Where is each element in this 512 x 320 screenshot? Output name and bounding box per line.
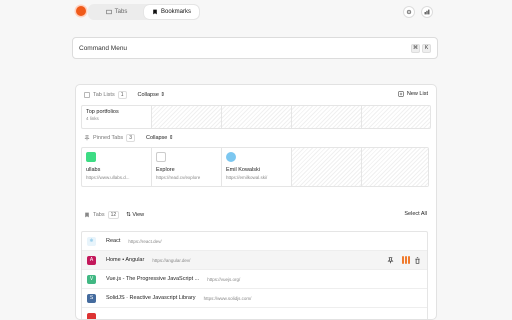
empty-slot xyxy=(152,106,222,128)
new-list-button[interactable]: New List xyxy=(398,91,428,97)
readcv-favicon xyxy=(156,152,166,162)
settings-button[interactable] xyxy=(403,6,415,18)
bookmarks-panel: Tab Lists 1 Collapse ⇕ New List Top port… xyxy=(75,84,437,320)
empty-slot xyxy=(362,148,428,186)
trash-icon[interactable] xyxy=(414,256,421,264)
tab-lists-collapse-label: Collapse xyxy=(137,92,159,98)
empty-slot xyxy=(222,106,292,128)
pinned-tabs-grid: ullabs https://www.ullabs.d... Explore h… xyxy=(81,147,429,187)
select-all-button[interactable]: Select All xyxy=(404,211,427,217)
angular-favicon: A xyxy=(87,255,96,265)
pinned-tab-url: https://emilkowal.ski/ xyxy=(226,175,268,180)
vue-favicon: V xyxy=(87,274,96,284)
tab-bookmarks[interactable]: Bookmarks xyxy=(144,5,199,19)
command-menu[interactable]: Command Menu ⌘ K xyxy=(72,37,438,59)
pin-icon[interactable] xyxy=(387,256,394,264)
tab-url: https://react.dev/ xyxy=(128,238,162,244)
pinned-tab-url: https://read.cv/explore xyxy=(156,175,201,180)
view-label: View xyxy=(132,212,145,218)
pinned-tab-card[interactable]: Emil Kowalski https://emilkowal.ski/ xyxy=(222,148,292,186)
tabs-header: Tabs 12 ⇅ View xyxy=(84,211,144,219)
tab-title: Home • Angular xyxy=(106,257,145,263)
tab-list-title: Top portfolios xyxy=(86,109,119,115)
pinned-tabs-heading: Pinned Tabs xyxy=(93,135,124,141)
react-favicon: ⚛ xyxy=(87,236,96,246)
list-icon xyxy=(84,92,90,98)
pin-icon xyxy=(84,135,90,141)
tab-row[interactable]: V Vue.js - The Progressive JavaScript ..… xyxy=(82,270,427,289)
tab-row[interactable] xyxy=(82,308,427,319)
select-all-label: Select All xyxy=(404,211,427,217)
pinned-collapse-button[interactable]: Collapse ⇕ xyxy=(146,135,174,141)
tabs-count: 12 xyxy=(107,211,120,219)
top-bar: Tabs Bookmarks xyxy=(0,0,512,26)
plus-icon xyxy=(398,91,404,97)
ullabs-favicon xyxy=(86,152,96,162)
bar-chart-icon xyxy=(424,9,430,15)
tab-group-indicator[interactable] xyxy=(402,256,410,264)
window-icon xyxy=(105,9,112,15)
command-menu-label: Command Menu xyxy=(79,44,128,52)
tab-lists-heading: Tab Lists xyxy=(93,92,115,98)
gear-icon xyxy=(406,9,412,15)
tab-lists-grid: Top portfolios 4 links xyxy=(81,105,431,129)
app-logo xyxy=(76,6,86,16)
tab-tabs[interactable]: Tabs xyxy=(89,5,144,19)
tab-list-subtitle: 4 links xyxy=(86,116,99,121)
pinned-tab-card[interactable]: ullabs https://www.ullabs.d... xyxy=(82,148,152,186)
tab-title: SolidJS · Reactive Javascript Library xyxy=(106,295,196,301)
row-actions xyxy=(387,256,421,264)
bookmark-icon xyxy=(85,212,89,218)
pinned-collapse-label: Collapse xyxy=(145,135,168,141)
pinned-tab-title: Emil Kowalski xyxy=(226,167,260,173)
new-list-label: New List xyxy=(406,91,428,97)
pinned-tab-card[interactable]: Explore https://read.cv/explore xyxy=(152,148,222,186)
tabs-list: ⚛ React https://react.dev/ A Home • Angu… xyxy=(81,231,428,319)
tab-title: Vue.js - The Progressive JavaScript ... xyxy=(106,276,200,282)
solid-favicon: S xyxy=(87,293,96,303)
view-button[interactable]: ⇅ View xyxy=(126,212,144,218)
tab-lists-collapse-button[interactable]: Collapse ⇕ xyxy=(138,92,166,98)
tab-lists-count: 1 xyxy=(117,91,127,99)
tab-row[interactable]: S SolidJS · Reactive Javascript Library … xyxy=(82,289,427,308)
pinned-tab-title: Explore xyxy=(156,167,175,173)
tab-title: React xyxy=(106,238,121,244)
tab-url: https://vuejs.org/ xyxy=(207,276,241,282)
tabs-heading: Tabs xyxy=(93,212,105,218)
view-switcher: Tabs Bookmarks xyxy=(88,4,200,20)
shortcut-key-k: K xyxy=(422,43,431,53)
pinned-tab-url: https://www.ullabs.d... xyxy=(86,175,130,180)
tab-url: https://angular.dev/ xyxy=(152,257,191,263)
pinned-tabs-count: 3 xyxy=(126,134,135,142)
empty-slot xyxy=(292,106,362,128)
pinned-tabs-header: Pinned Tabs 3 Collapse ⇕ xyxy=(84,134,174,142)
tab-url: https://www.solidjs.com/ xyxy=(203,295,252,301)
emil-favicon xyxy=(226,152,236,162)
stats-button[interactable] xyxy=(421,6,433,18)
tab-tabs-label: Tabs xyxy=(114,9,128,15)
tab-lists-header: Tab Lists 1 Collapse ⇕ xyxy=(84,91,165,99)
tab-bookmarks-label: Bookmarks xyxy=(160,9,191,15)
shortcut-key-cmd: ⌘ xyxy=(411,43,420,53)
bookmark-icon xyxy=(153,9,157,15)
tab-row[interactable]: A Home • Angular https://angular.dev/ xyxy=(82,251,427,270)
empty-slot xyxy=(292,148,362,186)
tab-favicon xyxy=(87,312,96,319)
pinned-tab-title: ullabs xyxy=(86,167,101,173)
tab-row[interactable]: ⚛ React https://react.dev/ xyxy=(82,232,427,251)
tab-list-card[interactable]: Top portfolios 4 links xyxy=(82,106,152,128)
empty-slot xyxy=(362,106,430,128)
